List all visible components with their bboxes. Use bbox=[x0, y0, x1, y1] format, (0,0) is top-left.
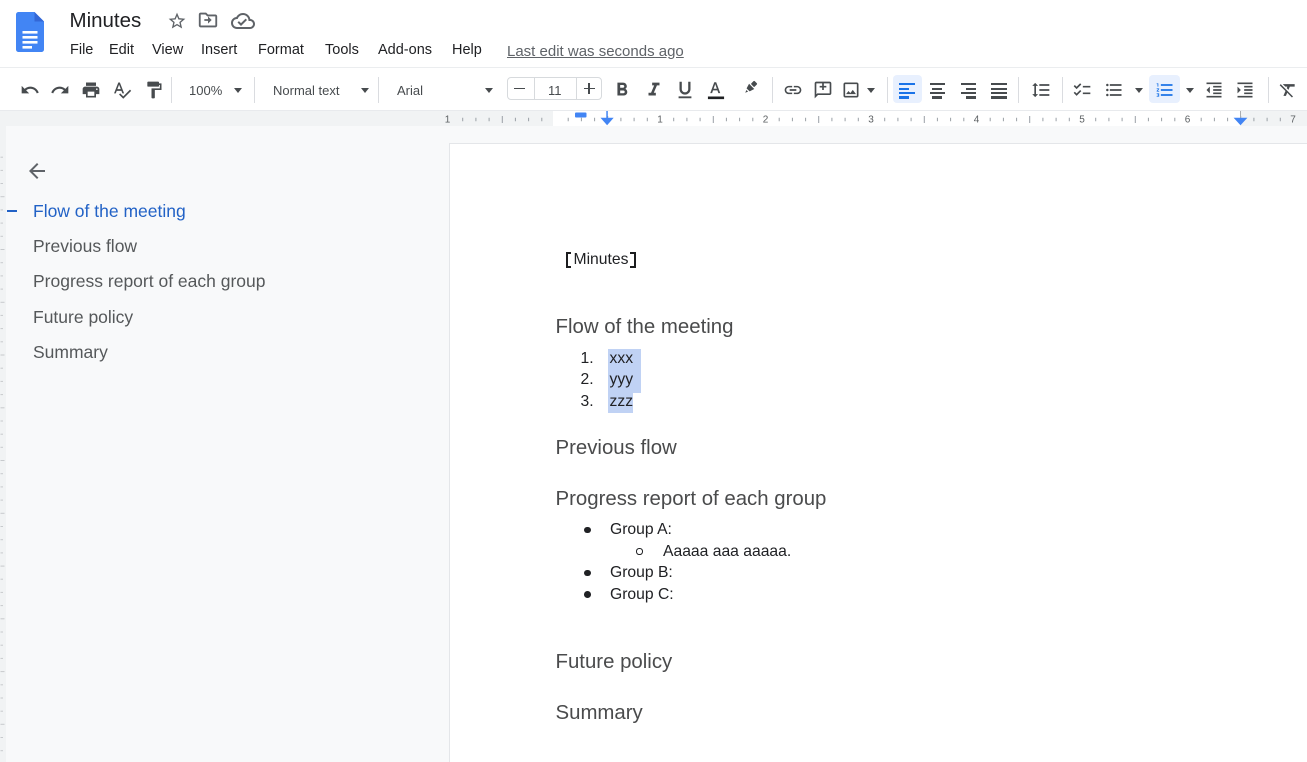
svg-text:1: 1 bbox=[445, 115, 451, 126]
svg-text:1: 1 bbox=[657, 115, 663, 126]
svg-text:2: 2 bbox=[763, 115, 769, 126]
svg-text:4: 4 bbox=[974, 115, 980, 126]
svg-text:5: 5 bbox=[1079, 115, 1085, 126]
svg-text:3: 3 bbox=[868, 115, 874, 126]
svg-text:7: 7 bbox=[1290, 115, 1296, 126]
svg-text:6: 6 bbox=[1185, 115, 1191, 126]
